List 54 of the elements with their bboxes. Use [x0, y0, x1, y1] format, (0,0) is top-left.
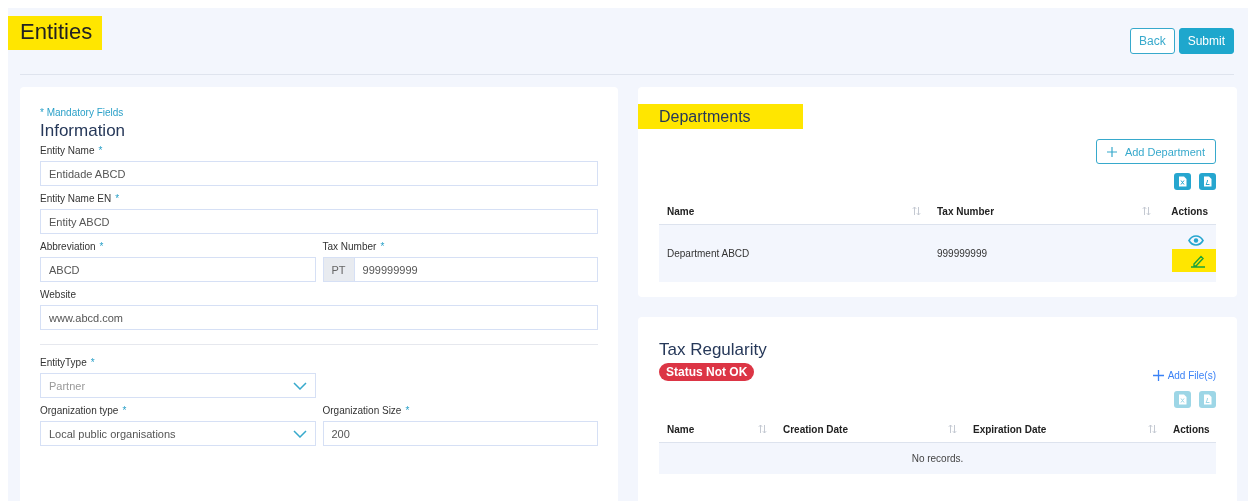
required-mark: * [115, 193, 120, 204]
column-header: Name [667, 423, 695, 435]
add-files-link[interactable]: Add File(s) [1152, 370, 1216, 381]
chevron-down-icon [292, 429, 307, 438]
field-label: Tax Number [322, 241, 377, 252]
field-label: Abbreviation [40, 241, 96, 252]
empty-message: No records. [911, 453, 964, 464]
pdf-export-icon[interactable] [1199, 391, 1216, 408]
sort-icon[interactable] [1142, 206, 1151, 216]
column-header: Creation Date [783, 423, 848, 435]
section-title: Tax Regularity [659, 340, 768, 360]
required-mark: * [122, 405, 127, 416]
column-header: Actions [1171, 205, 1208, 217]
excel-export-icon[interactable] [1174, 173, 1191, 190]
column-header: Actions [1173, 423, 1210, 435]
status-badge: Status Not OK [659, 362, 755, 381]
field-label: Entity Name [40, 145, 95, 156]
input-field[interactable]: PT 999999999 [322, 257, 598, 282]
required-mark: * [99, 241, 104, 252]
required-mark: * [380, 241, 385, 252]
sort-icon[interactable] [912, 206, 921, 216]
column-header: Name [667, 205, 695, 217]
select-field[interactable]: Local public organisations [40, 421, 316, 446]
table-cell: 999999999 [937, 248, 988, 259]
plus-icon [1106, 146, 1117, 157]
field-label: Organization type [40, 405, 119, 416]
required-mark: * [90, 357, 95, 368]
mandatory-note: * Mandatory Fields [40, 107, 125, 118]
input-field[interactable]: ABCD [40, 257, 316, 282]
table-cell: Department ABCD [667, 248, 750, 259]
section-title: Departments [638, 104, 803, 129]
page-title: Entities [8, 16, 103, 50]
sort-icon[interactable] [948, 424, 957, 434]
sort-icon[interactable] [1148, 424, 1157, 434]
required-mark: * [98, 145, 103, 156]
edit-icon[interactable] [1190, 254, 1206, 268]
field-label: Organization Size [322, 405, 402, 416]
column-header: Tax Number [937, 205, 995, 217]
chevron-down-icon [292, 381, 307, 390]
field-label: Website [40, 289, 76, 300]
input-field[interactable]: Entidade ABCD [40, 161, 598, 186]
section-title: Information [40, 121, 127, 141]
field-label: EntityType [40, 357, 87, 368]
pdf-export-icon[interactable] [1199, 173, 1216, 190]
required-mark: * [405, 405, 410, 416]
plus-icon [1152, 370, 1164, 381]
input-field[interactable]: Entity ABCD [40, 209, 598, 234]
view-icon[interactable] [1188, 235, 1204, 246]
field-label: Entity Name EN [40, 193, 112, 204]
sort-icon[interactable] [758, 424, 767, 434]
input-field[interactable]: 200 [322, 421, 598, 446]
input-field[interactable]: www.abcd.com [40, 305, 598, 330]
prefix-label: PT [323, 258, 355, 281]
column-header: Expiration Date [973, 423, 1047, 435]
